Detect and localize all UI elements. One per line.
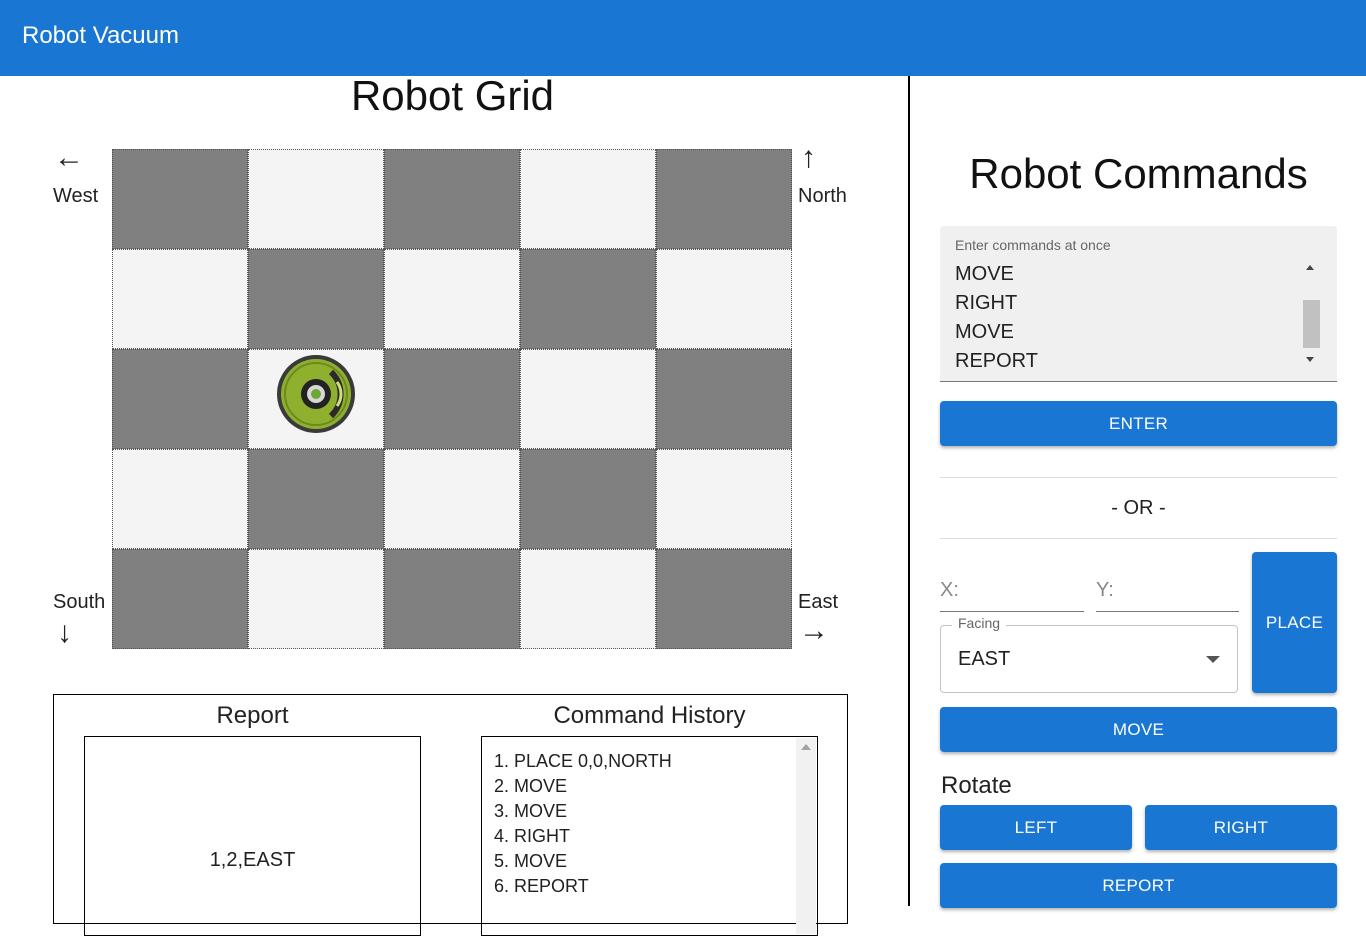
y-placeholder: Y: — [1096, 579, 1114, 601]
robot-grid — [112, 149, 792, 649]
move-button[interactable]: MOVE — [940, 707, 1337, 752]
panel-divider — [908, 76, 910, 906]
textarea-label: Enter commands at once — [955, 237, 1111, 253]
x-field[interactable]: X: — [940, 551, 1084, 612]
history-item: 6. REPORT — [494, 876, 589, 896]
y-field[interactable]: Y: — [1096, 551, 1239, 612]
grid-cell — [112, 249, 248, 349]
x-placeholder: X: — [940, 579, 959, 601]
grid-cell — [248, 549, 384, 649]
textarea-content[interactable]: MOVE RIGHT MOVE REPORT — [955, 260, 1038, 376]
command-line: RIGHT — [955, 292, 1018, 314]
grid-cell — [112, 549, 248, 649]
north-arrow-icon: ↑ — [801, 141, 816, 174]
output-panel: Report 1,2,EAST Command History 1. PLACE… — [53, 694, 848, 936]
history-item: 3. MOVE — [494, 801, 568, 821]
or-separator: - OR - — [1111, 497, 1166, 519]
grid-cell — [384, 249, 520, 349]
textarea-scrollbar-thumb[interactable] — [1303, 300, 1320, 348]
command-history-box[interactable]: 1. PLACE 0,0,NORTH 2. MOVE 3. MOVE 4. RIGHT… — [481, 736, 818, 936]
app-bar: Robot Vacuum — [0, 0, 1366, 76]
history-scrollbar[interactable] — [796, 738, 816, 934]
command-line: MOVE — [955, 263, 1014, 285]
east-label: East — [798, 591, 839, 613]
grid-cell — [520, 149, 656, 249]
grid-cell — [112, 349, 248, 449]
grid-cell — [384, 349, 520, 449]
history-item: 4. RIGHT — [494, 826, 571, 846]
grid-cell — [248, 149, 384, 249]
scroll-up-icon[interactable] — [1306, 265, 1314, 270]
grid-cell — [656, 149, 792, 249]
facing-select[interactable]: Facing EAST — [940, 615, 1238, 693]
command-line: MOVE — [955, 321, 1014, 343]
place-button[interactable]: PLACE — [1252, 552, 1337, 693]
north-label: North — [798, 185, 847, 207]
app-title: Robot Vacuum — [22, 22, 179, 49]
divider — [940, 538, 1337, 539]
grid-title: Robot Grid — [350, 72, 555, 119]
grid-cell — [112, 149, 248, 249]
chevron-down-icon — [1206, 656, 1220, 663]
grid-cell — [384, 449, 520, 549]
south-label: South — [53, 591, 106, 613]
report-title: Report — [216, 702, 289, 729]
history-item: 5. MOVE — [494, 851, 568, 871]
west-label: West — [53, 185, 99, 207]
enter-button[interactable]: ENTER — [940, 401, 1337, 446]
grid-cell — [112, 449, 248, 549]
facing-label: Facing — [952, 615, 1007, 631]
rotate-left-button[interactable]: LEFT — [940, 805, 1132, 850]
divider — [940, 477, 1337, 478]
report-box: 1,2,EAST — [84, 736, 421, 936]
grid-cell — [520, 349, 656, 449]
rotate-label: Rotate — [941, 772, 1012, 799]
report-button[interactable]: REPORT — [940, 863, 1337, 908]
east-arrow-icon: → — [799, 614, 829, 647]
grid-cell — [248, 249, 384, 349]
grid-cell — [520, 549, 656, 649]
history-title: Command History — [553, 702, 746, 729]
history-item: 1. PLACE 0,0,NORTH — [494, 751, 672, 771]
grid-cell — [656, 549, 792, 649]
grid-cell — [656, 249, 792, 349]
grid-cell — [656, 349, 792, 449]
grid-cell — [248, 449, 384, 549]
report-value: 1,2,EAST — [209, 849, 296, 871]
robot-vacuum-icon — [276, 354, 356, 434]
commands-textarea[interactable]: Enter commands at once MOVE RIGHT MOVE REPO… — [940, 226, 1337, 382]
scroll-down-icon[interactable] — [1306, 357, 1314, 362]
grid-cell — [384, 549, 520, 649]
rotate-right-button[interactable]: RIGHT — [1145, 805, 1337, 850]
commands-title: Robot Commands — [969, 150, 1308, 197]
scroll-up-icon[interactable] — [801, 744, 811, 750]
command-line: REPORT — [955, 350, 1038, 372]
grid-cell — [656, 449, 792, 549]
grid-cell — [520, 449, 656, 549]
grid-cell — [520, 249, 656, 349]
west-arrow-icon: ← — [54, 141, 84, 174]
grid-cell — [384, 149, 520, 249]
facing-value: EAST — [958, 648, 1011, 670]
south-arrow-icon: ↓ — [57, 616, 72, 649]
history-list: 1. PLACE 0,0,NORTH 2. MOVE 3. MOVE 4. RIGHT… — [494, 749, 672, 899]
history-item: 2. MOVE — [494, 776, 568, 796]
